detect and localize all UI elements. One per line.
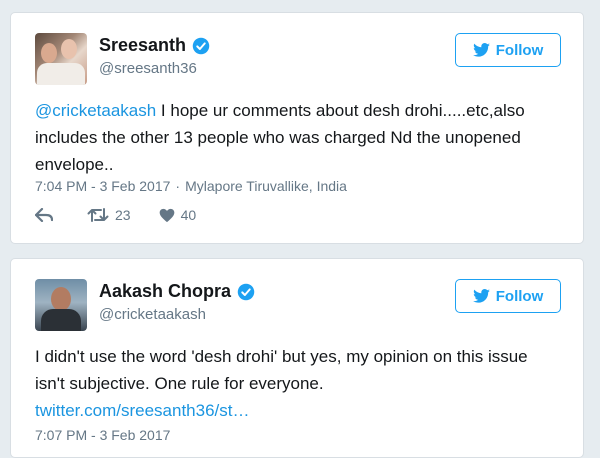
reply-icon xyxy=(35,208,53,222)
tweet-meta: 7:04 PM - 3 Feb 2017 · Mylapore Tiruvallik… xyxy=(35,178,347,194)
tweet-link[interactable]: twitter.com/sreesanth36/st… xyxy=(35,401,249,420)
display-name[interactable]: Sreesanth xyxy=(99,35,186,56)
tweet-meta: 7:07 PM - 3 Feb 2017 xyxy=(35,427,170,443)
avatar[interactable] xyxy=(35,279,87,331)
like-button[interactable]: 40 xyxy=(159,207,197,223)
user-handle[interactable]: @sreesanth36 xyxy=(99,60,197,77)
retweet-button[interactable]: 23 xyxy=(87,207,131,223)
meta-separator: · xyxy=(175,178,181,194)
location[interactable]: Mylapore Tiruvallike, India xyxy=(185,178,347,194)
author-name-row: Sreesanth xyxy=(99,35,210,56)
follow-button[interactable]: Follow xyxy=(455,33,561,67)
avatar[interactable] xyxy=(35,33,87,85)
like-count: 40 xyxy=(180,207,197,223)
heart-icon xyxy=(159,208,174,222)
verified-badge-icon xyxy=(192,37,210,54)
follow-label: Follow xyxy=(495,287,544,305)
tweet-text: I didn't use the word 'desh drohi' but y… xyxy=(35,343,559,424)
follow-label: Follow xyxy=(495,41,544,59)
tweet-card: Aakash Chopra @cricketaakash Follow I di… xyxy=(10,258,584,458)
verified-badge-icon xyxy=(237,283,255,300)
display-name[interactable]: Aakash Chopra xyxy=(99,281,231,302)
timestamp[interactable]: 7:04 PM - 3 Feb 2017 xyxy=(35,178,170,194)
tweet-card: Sreesanth @sreesanth36 Follow @cricketaa… xyxy=(10,12,584,244)
mention-link[interactable]: @cricketaakash xyxy=(35,101,156,120)
twitter-bird-icon xyxy=(472,43,490,57)
tweet-actions: 23 40 xyxy=(35,207,224,223)
author-name-row: Aakash Chopra xyxy=(99,281,255,302)
follow-button[interactable]: Follow xyxy=(455,279,561,313)
tweet-body: I didn't use the word 'desh drohi' but y… xyxy=(35,347,528,393)
user-handle[interactable]: @cricketaakash xyxy=(99,306,206,323)
retweet-count: 23 xyxy=(115,207,131,223)
timestamp[interactable]: 7:07 PM - 3 Feb 2017 xyxy=(35,427,170,443)
tweet-text: @cricketaakash I hope ur comments about … xyxy=(35,97,559,178)
reply-button[interactable] xyxy=(35,208,59,222)
twitter-bird-icon xyxy=(472,289,490,303)
retweet-icon xyxy=(87,208,109,222)
